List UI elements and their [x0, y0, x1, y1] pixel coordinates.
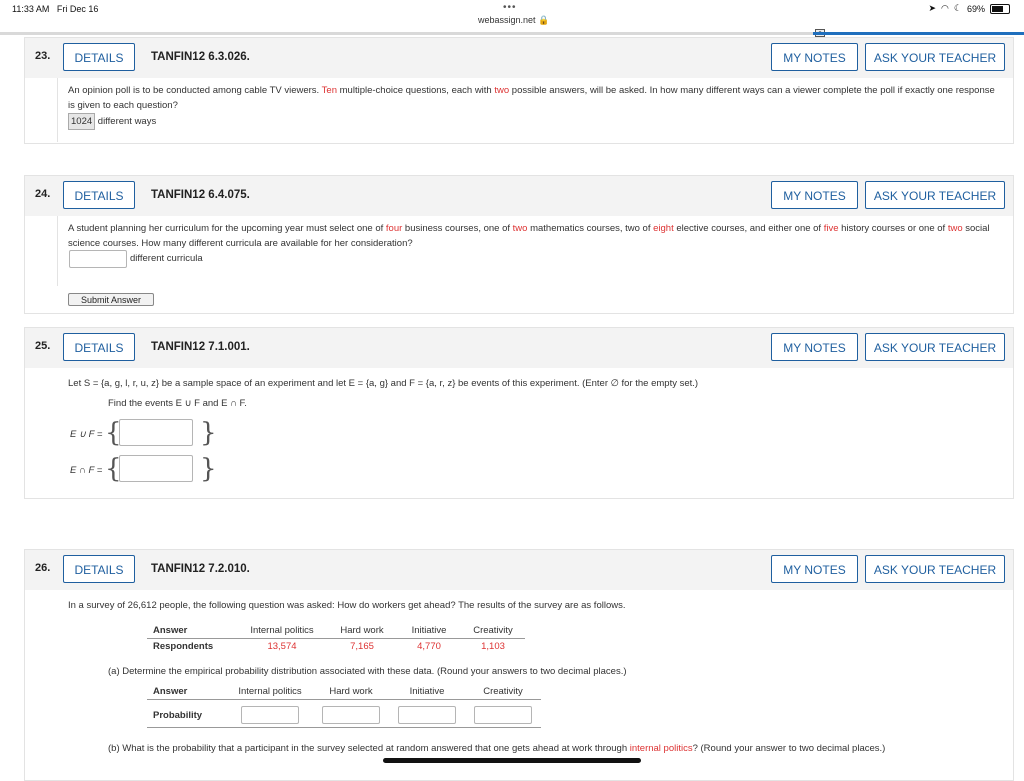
- question-body: A student planning her curriculum for th…: [57, 216, 1014, 286]
- submitted-answer: 1024: [68, 113, 96, 130]
- question-code: TANFIN12 6.4.075.: [151, 189, 250, 201]
- question-header: 25. DETAILS TANFIN12 7.1.001. MY NOTES A…: [25, 328, 1013, 368]
- question-26: 26. DETAILS TANFIN12 7.2.010. MY NOTES A…: [24, 549, 1014, 781]
- table-cell: Internal politics: [238, 686, 302, 697]
- top-strip: ▾: [0, 29, 1024, 37]
- close-brace: }: [200, 418, 217, 448]
- wifi-icon: ◠: [941, 3, 949, 13]
- close-brace: }: [200, 454, 217, 484]
- submit-answer-button[interactable]: Submit Answer: [68, 293, 154, 306]
- table-cell: Creativity: [483, 686, 523, 697]
- answer-input[interactable]: [69, 250, 127, 268]
- question-code: TANFIN12 7.2.010.: [151, 563, 250, 575]
- question-instruction: Find the events E ∪ F and E ∩ F.: [108, 398, 247, 409]
- question-25: 25. DETAILS TANFIN12 7.1.001. MY NOTES A…: [24, 327, 1014, 499]
- table-cell: 13,574: [267, 641, 297, 652]
- probability-table: Answer Internal politics Hard work Initi…: [147, 684, 541, 728]
- probability-input-internal-politics[interactable]: [241, 706, 299, 724]
- my-notes-button[interactable]: MY NOTES: [771, 181, 858, 209]
- answer-header: Answer: [153, 686, 188, 697]
- table-cell: [313, 700, 389, 728]
- part-b-text: (b) What is the probability that a parti…: [108, 743, 886, 754]
- question-header: 24. DETAILS TANFIN12 6.4.075. MY NOTES A…: [25, 176, 1013, 216]
- table-cell: 4,770: [417, 641, 441, 652]
- ask-teacher-button[interactable]: ASK YOUR TEACHER: [865, 333, 1005, 361]
- table-cell: Initiative: [411, 625, 447, 636]
- table-cell: Creativity: [473, 625, 513, 636]
- union-input[interactable]: [119, 419, 193, 446]
- my-notes-button[interactable]: MY NOTES: [771, 555, 858, 583]
- details-button[interactable]: DETAILS: [63, 43, 135, 71]
- survey-intro: In a survey of 26,612 people, the follow…: [68, 600, 626, 611]
- table-cell: 1,103: [481, 641, 505, 652]
- table-cell: Internal politics: [250, 625, 314, 636]
- intersection-input[interactable]: [119, 455, 193, 482]
- probability-input-hard-work[interactable]: [322, 706, 380, 724]
- respondents-header: Respondents: [153, 641, 214, 652]
- question-number: 25.: [35, 340, 51, 352]
- question-body: An opinion poll is to be conducted among…: [57, 78, 1014, 142]
- home-indicator[interactable]: [383, 758, 641, 763]
- answer-suffix: different ways: [97, 116, 157, 127]
- question-number: 24.: [35, 188, 51, 200]
- battery-icon: [990, 3, 1010, 14]
- more-dots-icon[interactable]: •••: [503, 2, 517, 13]
- table-cell: Initiative: [409, 686, 445, 697]
- question-23: 23. DETAILS TANFIN12 6.3.026. MY NOTES A…: [24, 37, 1014, 144]
- question-text: Let S = {a, g, l, r, u, z} be a sample s…: [68, 378, 699, 389]
- table-cell: Hard work: [329, 686, 373, 697]
- question-text: A student planning her curriculum for th…: [68, 223, 990, 249]
- part-a-text: (a) Determine the empirical probability …: [108, 666, 627, 677]
- table-cell: 7,165: [350, 641, 374, 652]
- question-number: 23.: [35, 50, 51, 62]
- answer-suffix: different curricula: [130, 253, 203, 264]
- intersection-label: E ∩ F =: [70, 465, 103, 476]
- question-text: An opinion poll is to be conducted among…: [68, 85, 995, 111]
- table-row: Respondents 13,574 7,165 4,770 1,103: [147, 639, 525, 655]
- table-row: Answer Internal politics Hard work Initi…: [147, 684, 541, 700]
- question-number: 26.: [35, 562, 51, 574]
- probability-input-creativity[interactable]: [474, 706, 532, 724]
- question-header: 26. DETAILS TANFIN12 7.2.010. MY NOTES A…: [25, 550, 1013, 590]
- question-24: 24. DETAILS TANFIN12 6.4.075. MY NOTES A…: [24, 175, 1014, 314]
- details-button[interactable]: DETAILS: [63, 555, 135, 583]
- question-code: TANFIN12 6.3.026.: [151, 51, 250, 63]
- my-notes-button[interactable]: MY NOTES: [771, 333, 858, 361]
- ask-teacher-button[interactable]: ASK YOUR TEACHER: [865, 181, 1005, 209]
- lock-icon: 🔒: [538, 15, 550, 25]
- table-cell: [389, 700, 465, 728]
- question-header: 23. DETAILS TANFIN12 6.3.026. MY NOTES A…: [25, 38, 1013, 78]
- status-time: 11:33 AM Fri Dec 16: [12, 4, 99, 14]
- probability-input-initiative[interactable]: [398, 706, 456, 724]
- table-row: Probability: [147, 700, 541, 728]
- question-code: TANFIN12 7.1.001.: [151, 341, 250, 353]
- answer-header: Answer: [153, 625, 188, 636]
- details-button[interactable]: DETAILS: [63, 181, 135, 209]
- union-label: E ∪ F =: [70, 429, 103, 440]
- answer-line: 1024 different ways: [68, 113, 156, 130]
- status-icons: ➤ ◠ ☾ 69%: [928, 3, 1010, 14]
- status-bar: 11:33 AM Fri Dec 16 ••• webassign.net 🔒 …: [0, 0, 1024, 33]
- ask-teacher-button[interactable]: ASK YOUR TEACHER: [865, 43, 1005, 71]
- table-cell: [465, 700, 541, 728]
- table-cell: Hard work: [340, 625, 384, 636]
- moon-icon: ☾: [953, 3, 962, 13]
- table-cell: [227, 700, 313, 728]
- probability-header: Probability: [153, 709, 203, 721]
- table-row: Answer Internal politics Hard work Initi…: [147, 623, 525, 639]
- address-bar[interactable]: webassign.net 🔒: [478, 15, 549, 26]
- location-icon: ➤: [928, 3, 937, 13]
- progress-strip: [813, 32, 1024, 35]
- details-button[interactable]: DETAILS: [63, 333, 135, 361]
- ask-teacher-button[interactable]: ASK YOUR TEACHER: [865, 555, 1005, 583]
- battery-percent: 69%: [966, 3, 985, 14]
- survey-table: Answer Internal politics Hard work Initi…: [147, 623, 525, 654]
- my-notes-button[interactable]: MY NOTES: [771, 43, 858, 71]
